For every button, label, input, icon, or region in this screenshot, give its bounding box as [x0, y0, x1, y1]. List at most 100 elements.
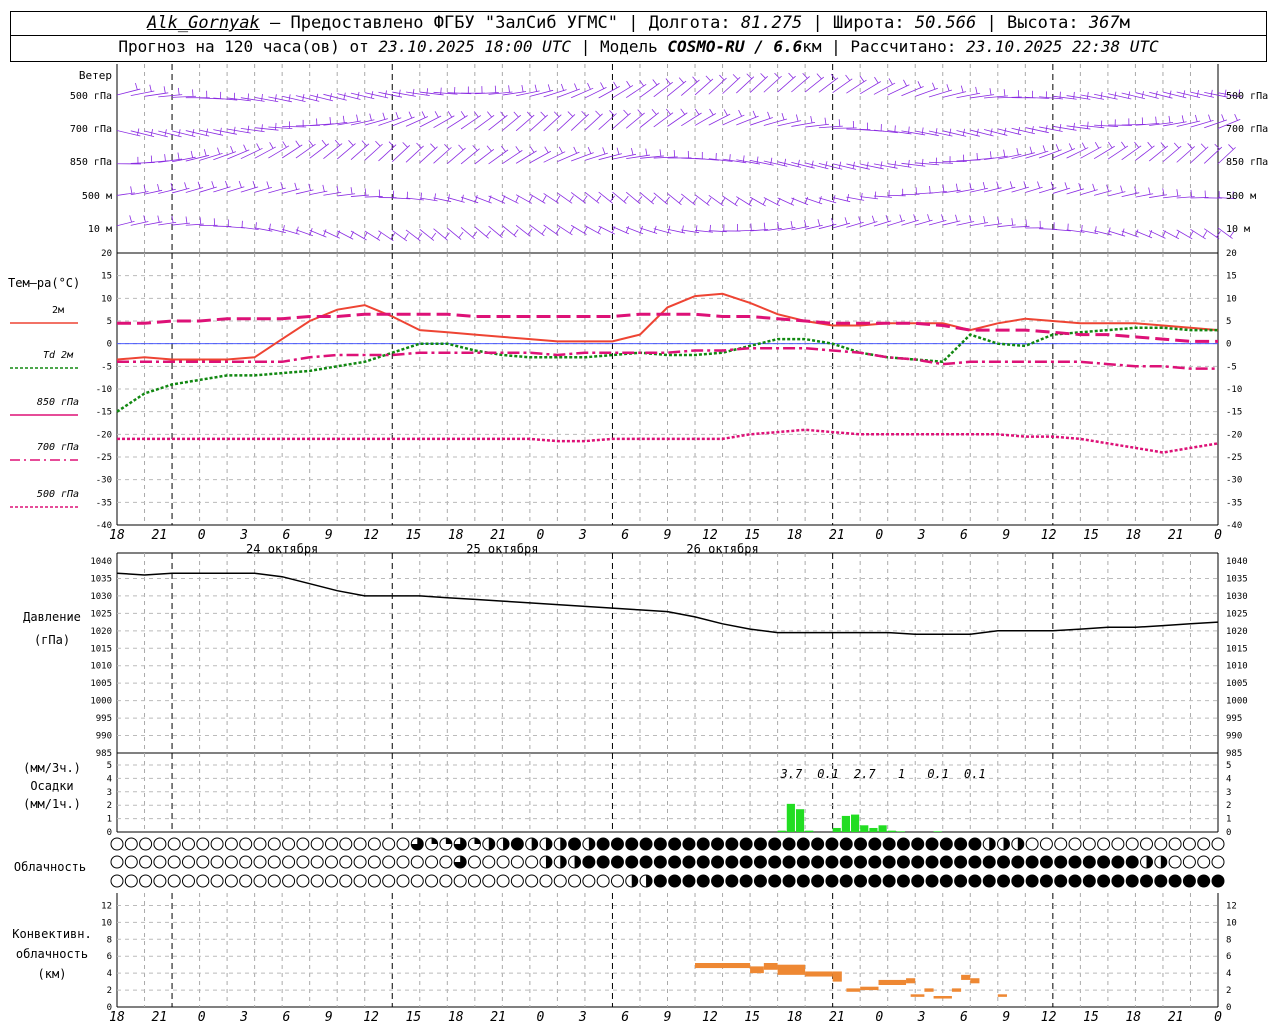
wind-barb-flag — [474, 195, 478, 202]
hour-label-mid: 6 — [282, 528, 290, 543]
cloud-symbol — [467, 874, 481, 888]
wind-barb — [997, 224, 1016, 228]
cloud-symbol — [610, 874, 624, 888]
wind-barb — [818, 162, 843, 170]
wind-barb-flag — [888, 78, 893, 85]
cloud-symbol-fill — [625, 838, 638, 850]
hour-label-mid: 15 — [1083, 528, 1099, 543]
wind-barb-flag — [1221, 114, 1225, 122]
cloud-symbol — [110, 874, 124, 888]
pressure-ytick-right: 995 — [1226, 714, 1242, 724]
wind-barb-flag — [774, 72, 780, 79]
cloud-symbol — [582, 874, 596, 888]
wind-barb-flag — [756, 156, 759, 164]
cloud-symbol-fill — [545, 838, 552, 850]
hour-label-bottom: 18 — [448, 1010, 464, 1024]
wind-barb-flag — [746, 73, 752, 80]
wind-barb-flag — [163, 86, 166, 94]
cloud-symbol — [167, 874, 181, 888]
conv-ytick-left: 10 — [101, 918, 112, 928]
wind-barb — [158, 130, 182, 138]
cloud-symbol — [1211, 837, 1225, 851]
wind-barb-flag — [810, 115, 813, 123]
wind-barb-flag — [190, 150, 194, 158]
wind-barb — [144, 92, 169, 97]
wind-barb-flag — [1081, 142, 1086, 150]
wind-barb-flag — [555, 195, 561, 202]
wind-barb — [350, 230, 367, 241]
wind-barb — [736, 196, 752, 207]
wind-barb — [846, 128, 871, 131]
cloud-symbol-fill — [883, 838, 896, 850]
wind-barb-flag — [651, 196, 657, 203]
cloud-symbol-fill — [740, 856, 753, 868]
cloud-symbol — [396, 855, 410, 869]
wind-barb-flag — [770, 157, 773, 165]
hour-label-bottom: 12 — [702, 1010, 718, 1024]
hour-label-bottom: 6 — [282, 1010, 290, 1024]
precip-bar — [896, 831, 906, 832]
wind-barb — [1038, 187, 1057, 194]
day-label: 26 октября — [686, 542, 758, 556]
cloud-symbol — [139, 874, 153, 888]
wind-barb-flag — [1003, 127, 1007, 135]
hour-label-bottom: 9 — [1002, 1010, 1010, 1024]
wind-barb-flag — [1042, 145, 1046, 153]
wind-barb — [584, 86, 607, 99]
wind-barb — [570, 224, 587, 235]
wind-barb-flag — [788, 72, 794, 79]
hour-label-bottom: 18 — [1125, 1010, 1141, 1024]
conv-segment — [951, 988, 962, 992]
wind-barb-flag — [824, 117, 827, 125]
wind-barb-flag — [1200, 143, 1207, 150]
wind-barb-flag — [955, 183, 958, 191]
hour-label-mid: 9 — [1002, 528, 1010, 543]
cloud-symbol-fill — [1154, 875, 1167, 887]
cloud-symbol-fill — [1197, 875, 1210, 887]
wind-barb-flag — [157, 184, 160, 192]
wind-barb-flag — [211, 181, 215, 189]
wind-barb-flag — [1194, 114, 1198, 122]
wind-barb-flag — [908, 159, 910, 167]
cloud-symbol — [324, 837, 338, 851]
wind-barb — [749, 196, 766, 207]
cloud-symbol-fill — [560, 838, 567, 850]
wind-barb-flag — [1029, 146, 1033, 154]
wind-barb-flag — [157, 215, 160, 223]
cloud-symbol-fill — [954, 856, 967, 868]
hour-label-mid: 21 — [1168, 528, 1184, 543]
wind-barb — [1135, 193, 1154, 198]
hour-label-mid: 18 — [787, 528, 803, 543]
cloud-symbol — [181, 874, 195, 888]
cloud-symbol-fill — [1011, 856, 1024, 868]
wind-barb-flag — [544, 146, 549, 153]
wind-barb — [791, 161, 815, 169]
cloud-symbol — [1140, 837, 1154, 851]
wind-barb — [337, 193, 356, 197]
cloud-symbol — [210, 855, 224, 869]
cloud-symbol-fill — [926, 856, 939, 868]
wind-barb — [1011, 225, 1030, 228]
wind-barb — [915, 162, 940, 166]
wind-barb-flag — [1120, 185, 1123, 193]
wind-barb-flag — [681, 225, 684, 233]
wind-barb-flag — [177, 152, 180, 160]
wind-barb — [474, 226, 489, 239]
temp-ytick-left: 10 — [101, 294, 112, 304]
hour-label-mid: 6 — [960, 528, 968, 543]
wind-barb — [1107, 191, 1126, 197]
cloud-symbol-fill — [588, 838, 595, 850]
cloud-symbol-fill — [640, 838, 653, 850]
wind-barb — [460, 148, 480, 165]
wind-barb — [928, 219, 947, 226]
cloud-symbol — [467, 855, 481, 869]
cloud-symbol-fill — [983, 856, 996, 868]
wind-barb-flag — [382, 112, 386, 120]
cloud-symbol-fill — [797, 856, 810, 868]
wind-barb-flag — [388, 141, 395, 147]
cloud-symbol-fill — [1160, 856, 1167, 868]
conv-ytick-right: 0 — [1226, 1003, 1231, 1013]
wind-barb-flag — [1094, 142, 1100, 149]
cloud-symbol-fill — [711, 838, 724, 850]
wind-barb — [515, 114, 535, 132]
